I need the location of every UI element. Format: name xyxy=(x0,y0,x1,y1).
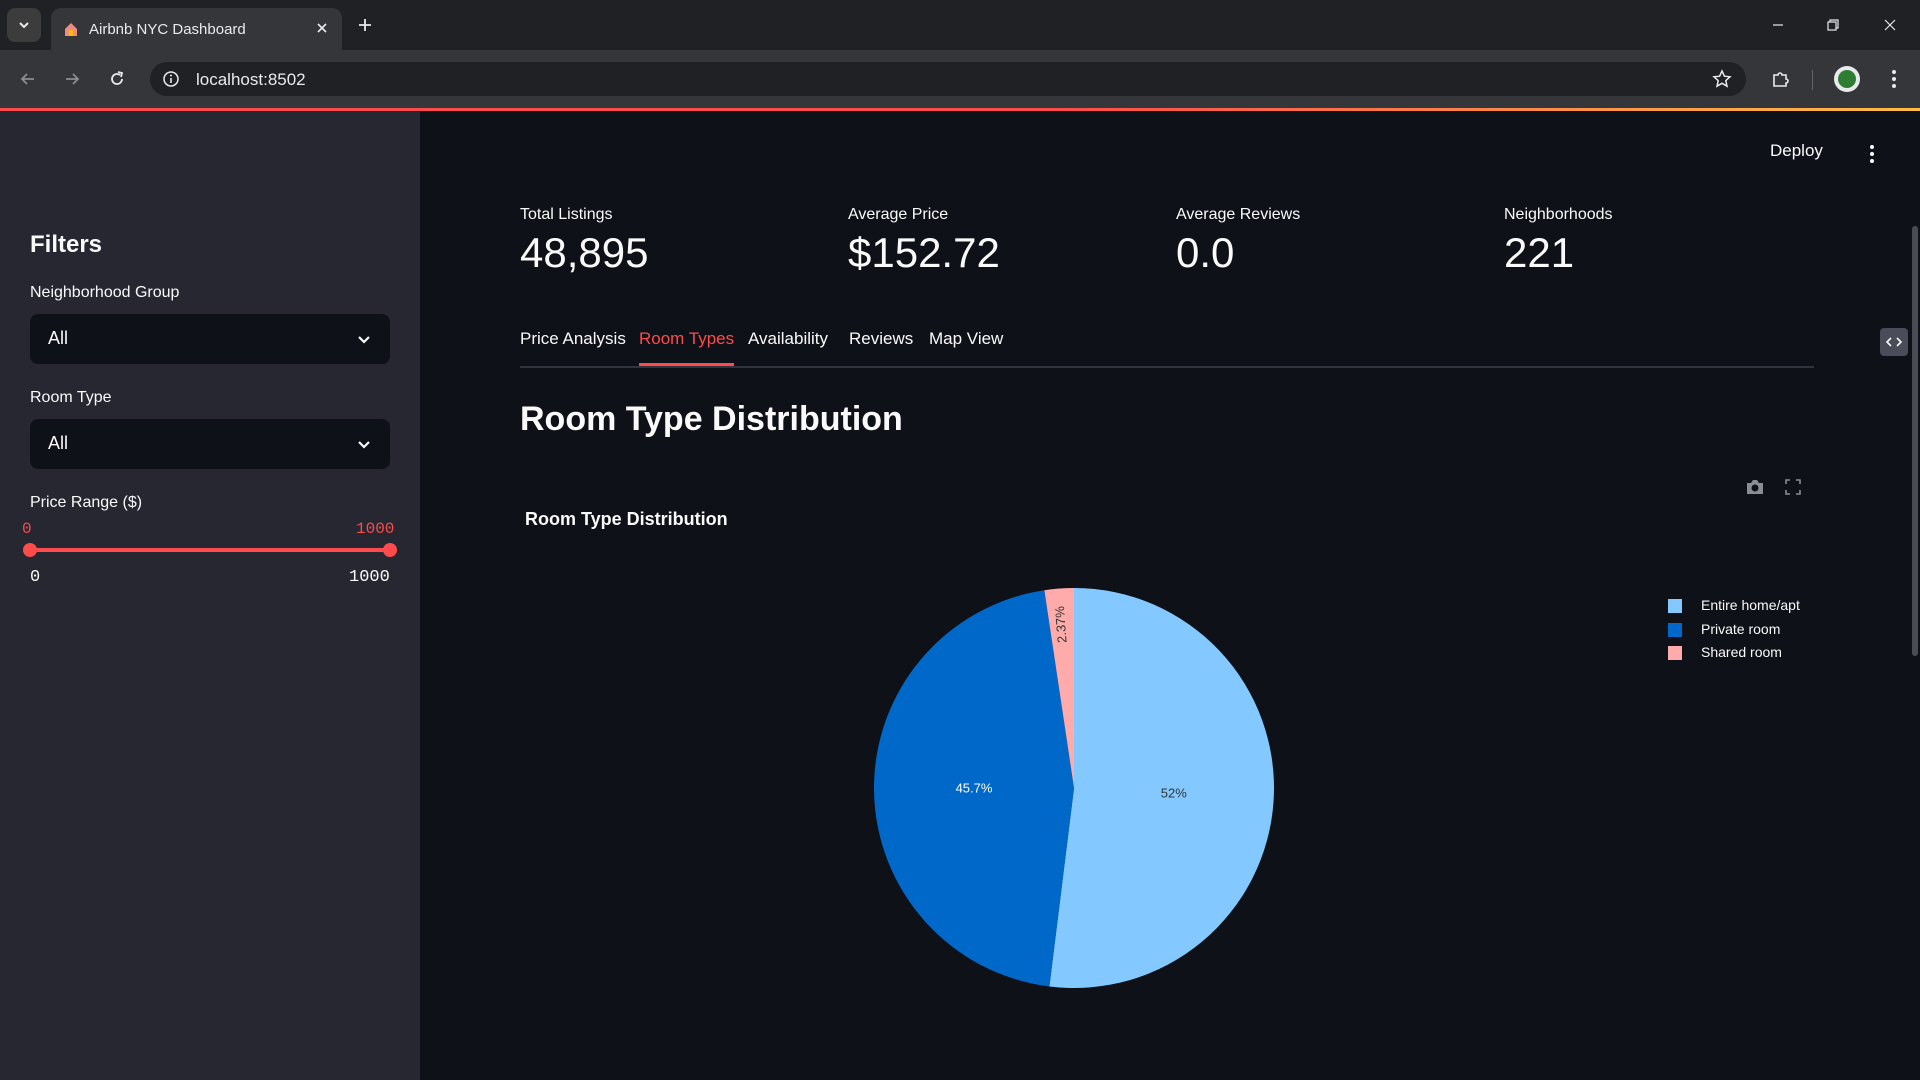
pie-slice-2[interactable] xyxy=(873,590,1074,987)
restore-button[interactable] xyxy=(1813,10,1853,40)
legend-label: Private room xyxy=(1701,620,1781,637)
pie-slice-3[interactable] xyxy=(1044,588,1074,788)
info-icon xyxy=(163,71,179,87)
slider-selected-max: 1000 xyxy=(356,520,395,538)
price-range-label: Price Range ($) xyxy=(30,494,143,511)
neighborhood-group-select[interactable]: All xyxy=(30,314,390,364)
metric-average-price: Average Price $152.72 xyxy=(848,206,1000,276)
tab-reviews[interactable]: Reviews xyxy=(849,329,913,363)
metric-label: Average Reviews xyxy=(1176,206,1301,223)
profile-avatar[interactable] xyxy=(1834,66,1860,92)
slider-selected-min: 0 xyxy=(22,520,32,538)
neighborhood-group-value: All xyxy=(48,328,69,348)
deploy-button[interactable]: Deploy xyxy=(1770,141,1823,161)
avatar-image xyxy=(1838,70,1856,88)
restore-icon xyxy=(1827,19,1839,31)
metric-total-listings: Total Listings 48,895 xyxy=(520,206,648,276)
section-title: Room Type Distribution xyxy=(520,400,903,438)
kebab-menu-icon xyxy=(1892,70,1896,88)
minimize-icon xyxy=(1773,24,1783,26)
metric-label: Total Listings xyxy=(520,206,613,223)
app-toolbar-toggle[interactable] xyxy=(1880,328,1908,356)
tab-search-button[interactable] xyxy=(7,8,41,42)
metric-average-reviews: Average Reviews 0.0 xyxy=(1176,206,1300,276)
chevron-down-icon xyxy=(354,434,374,454)
pie-data-label-2: 45.7% xyxy=(956,781,993,796)
forward-button[interactable] xyxy=(56,63,88,95)
camera-icon xyxy=(1747,480,1763,494)
app-menu-button[interactable] xyxy=(1862,140,1882,168)
pie-slice-1[interactable] xyxy=(1049,588,1274,988)
arrow-right-icon xyxy=(66,73,80,85)
room-type-select[interactable]: All xyxy=(30,419,390,469)
code-icon xyxy=(1886,337,1902,347)
chevron-down-icon xyxy=(354,329,374,349)
scrollbar-thumb[interactable] xyxy=(1912,226,1918,656)
tab-price-analysis[interactable]: Price Analysis xyxy=(520,329,626,363)
legend-label: Shared room xyxy=(1701,644,1782,660)
close-window-button[interactable] xyxy=(1870,10,1910,40)
browser-menu-button[interactable] xyxy=(1878,63,1910,95)
arrow-left-icon xyxy=(20,73,34,85)
close-tab-button[interactable] xyxy=(311,17,333,39)
slider-range-min: 0 xyxy=(30,568,41,587)
tab-title: Airbnb NYC Dashboard xyxy=(89,21,246,38)
site-info-button[interactable] xyxy=(160,68,182,90)
plus-icon xyxy=(359,19,371,31)
chart-title: Room Type Distribution xyxy=(525,509,728,529)
metric-value: 48,895 xyxy=(520,229,649,276)
tab-availability[interactable]: Availability xyxy=(748,329,828,363)
fullscreen-button[interactable] xyxy=(1782,476,1804,498)
metric-value: 0.0 xyxy=(1176,229,1235,276)
browser-tab-bar: Airbnb NYC Dashboard xyxy=(0,0,1920,50)
neighborhood-group-label: Neighborhood Group xyxy=(30,284,180,301)
metric-neighborhoods: Neighborhoods 221 xyxy=(1504,206,1613,276)
close-icon xyxy=(317,23,327,33)
address-bar[interactable]: localhost:8502 xyxy=(150,62,1746,96)
metric-label: Average Price xyxy=(848,206,949,223)
download-plot-button[interactable] xyxy=(1744,476,1766,498)
slider-min-handle[interactable] xyxy=(23,543,37,557)
legend-swatch xyxy=(1668,622,1682,637)
back-button[interactable] xyxy=(12,63,44,95)
new-tab-button[interactable] xyxy=(352,12,378,38)
browser-toolbar: localhost:8502 xyxy=(0,50,1920,108)
room-type-value: All xyxy=(48,433,69,453)
bookmark-button[interactable] xyxy=(1710,67,1734,91)
minimize-button[interactable] xyxy=(1758,10,1798,40)
tab-list: Price Analysis Room Types Availability R… xyxy=(520,324,1814,368)
star-icon xyxy=(1712,69,1732,88)
kebab-menu-icon xyxy=(1870,145,1874,163)
house-favicon-icon xyxy=(65,23,77,36)
toolbar-divider xyxy=(1812,70,1813,90)
price-range-slider-track[interactable] xyxy=(30,548,390,552)
sidebar-title: Filters xyxy=(30,231,103,258)
extensions-button[interactable] xyxy=(1765,63,1797,95)
tab-map-view[interactable]: Map View xyxy=(929,329,1003,363)
reload-icon xyxy=(111,71,124,85)
browser-tab[interactable]: Airbnb NYC Dashboard xyxy=(51,8,342,50)
pie-data-label-3: 2.37% xyxy=(1052,605,1070,643)
fullscreen-icon xyxy=(1785,479,1801,495)
url-text: localhost:8502 xyxy=(196,70,306,89)
close-icon xyxy=(1884,19,1896,31)
slider-range-max: 1000 xyxy=(349,568,390,587)
chevron-down-icon xyxy=(19,22,29,29)
metric-label: Neighborhoods xyxy=(1504,206,1613,223)
metric-value: $152.72 xyxy=(848,229,1000,276)
legend-swatch xyxy=(1668,599,1682,613)
room-type-label: Room Type xyxy=(30,389,112,406)
slider-max-handle[interactable] xyxy=(383,543,397,557)
legend-swatch xyxy=(1668,646,1682,660)
tab-room-types[interactable]: Room Types xyxy=(639,329,735,366)
reload-button[interactable] xyxy=(101,63,133,95)
pie-data-label-1: 52% xyxy=(1161,786,1187,801)
legend-label: Entire home/apt xyxy=(1701,597,1800,613)
puzzle-icon xyxy=(1773,72,1789,87)
metric-value: 221 xyxy=(1504,229,1575,276)
